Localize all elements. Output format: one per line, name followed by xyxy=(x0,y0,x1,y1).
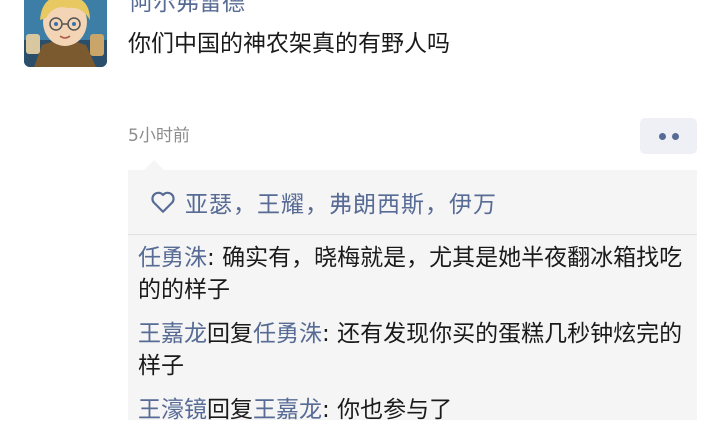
comment-section: 亚瑟，王耀，弗朗西斯，伊万 任勇洙: 确实有，晓梅就是，尤其是她半夜翻冰箱找吃的… xyxy=(128,160,697,423)
reply-label: 回复 xyxy=(207,397,253,423)
post-timestamp: 5小时前 xyxy=(128,126,190,146)
heart-outline-icon xyxy=(151,191,175,213)
comment-item[interactable]: 王嘉龙回复任勇洙: 还有发现你买的蛋糕几秒钟炫完的样子 xyxy=(138,318,690,382)
comment-separator: : xyxy=(207,245,223,271)
comment-user[interactable]: 王嘉龙 xyxy=(138,321,207,347)
comment-separator: : xyxy=(322,397,338,423)
comment-separator: : xyxy=(322,321,338,347)
reply-label: 回复 xyxy=(207,321,253,347)
avatar-image xyxy=(24,0,107,67)
divider xyxy=(128,234,697,235)
comment-user[interactable]: 王濠镜 xyxy=(138,397,207,423)
likes-row: 亚瑟，王耀，弗朗西斯，伊万 xyxy=(150,184,497,220)
comment-text: 你也参与了 xyxy=(337,397,453,423)
avatar[interactable] xyxy=(24,0,107,67)
likes-names[interactable]: 亚瑟，王耀，弗朗西斯，伊万 xyxy=(185,185,497,219)
more-dots-icon xyxy=(671,132,679,140)
comment-item[interactable]: 王濠镜回复王嘉龙: 你也参与了 xyxy=(138,394,690,426)
reply-to-user[interactable]: 王嘉龙 xyxy=(253,397,322,423)
more-dots-icon xyxy=(658,132,666,140)
comment-user[interactable]: 任勇洙 xyxy=(138,245,207,271)
post-author-name[interactable]: 阿尔弗雷德 xyxy=(130,0,245,15)
more-button[interactable] xyxy=(640,118,697,154)
comment-item[interactable]: 任勇洙: 确实有，晓梅就是，尤其是她半夜翻冰箱找吃的的样子 xyxy=(138,242,690,306)
post-text: 你们中国的神农架真的有野人吗 xyxy=(128,31,450,57)
reply-to-user[interactable]: 任勇洙 xyxy=(253,321,322,347)
